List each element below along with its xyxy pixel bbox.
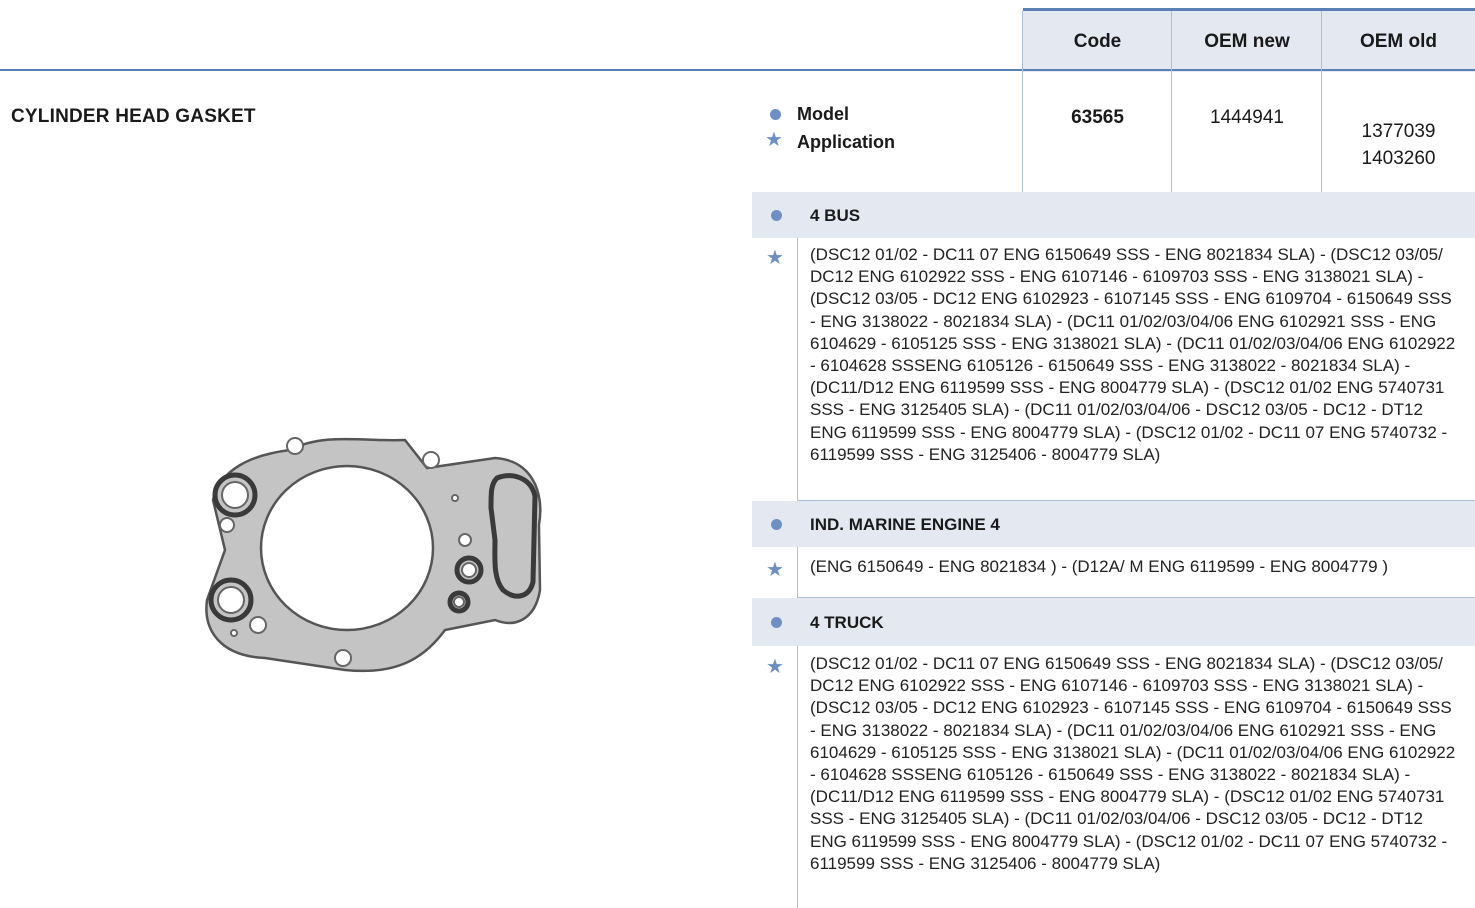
section-application-text: (DSC12 01/02 - DC11 07 ENG 6150649 SSS -…: [810, 245, 1456, 464]
column-header-oem-old: OEM old: [1359, 31, 1438, 52]
legend-model-label: Model: [797, 104, 849, 124]
product-code: 63565: [1071, 107, 1124, 128]
header-divider: [0, 69, 1475, 71]
star-icon: ★: [766, 247, 784, 269]
section-application-text: (ENG 6150649 - ENG 8021834 ) - (D12A/ M …: [810, 557, 1388, 576]
column-header-code: Code: [1073, 31, 1122, 52]
section-model-title: 4 BUS: [810, 206, 861, 225]
circle-bullet-icon: [771, 210, 782, 221]
column-divider: [1022, 11, 1023, 192]
circle-bullet-icon: [770, 109, 781, 120]
application-list-divider: [797, 192, 798, 908]
oem-old-value: 1403260: [1361, 148, 1436, 169]
star-icon: ★: [766, 559, 784, 581]
cylinder-head-gasket-image: [205, 437, 542, 673]
column-divider: [1171, 11, 1172, 192]
product-title: CYLINDER HEAD GASKET: [11, 106, 256, 127]
section-application-text: (DSC12 01/02 - DC11 07 ENG 6150649 SSS -…: [810, 654, 1456, 873]
star-icon: ★: [765, 129, 783, 151]
circle-bullet-icon: [771, 617, 782, 628]
section-model-title: IND. MARINE ENGINE 4: [810, 515, 1000, 534]
oem-old-value: 1377039: [1361, 121, 1436, 142]
column-header-oem-new: OEM new: [1204, 31, 1290, 52]
oem-new-value: 1444941: [1210, 107, 1284, 128]
star-icon: ★: [766, 656, 784, 678]
section-header-band: [752, 192, 1475, 238]
oem-old-values: 1377039 1403260: [1322, 118, 1475, 172]
section-model-title: 4 TRUCK: [810, 613, 884, 632]
legend-application-label: Application: [797, 132, 895, 152]
circle-bullet-icon: [771, 519, 782, 530]
